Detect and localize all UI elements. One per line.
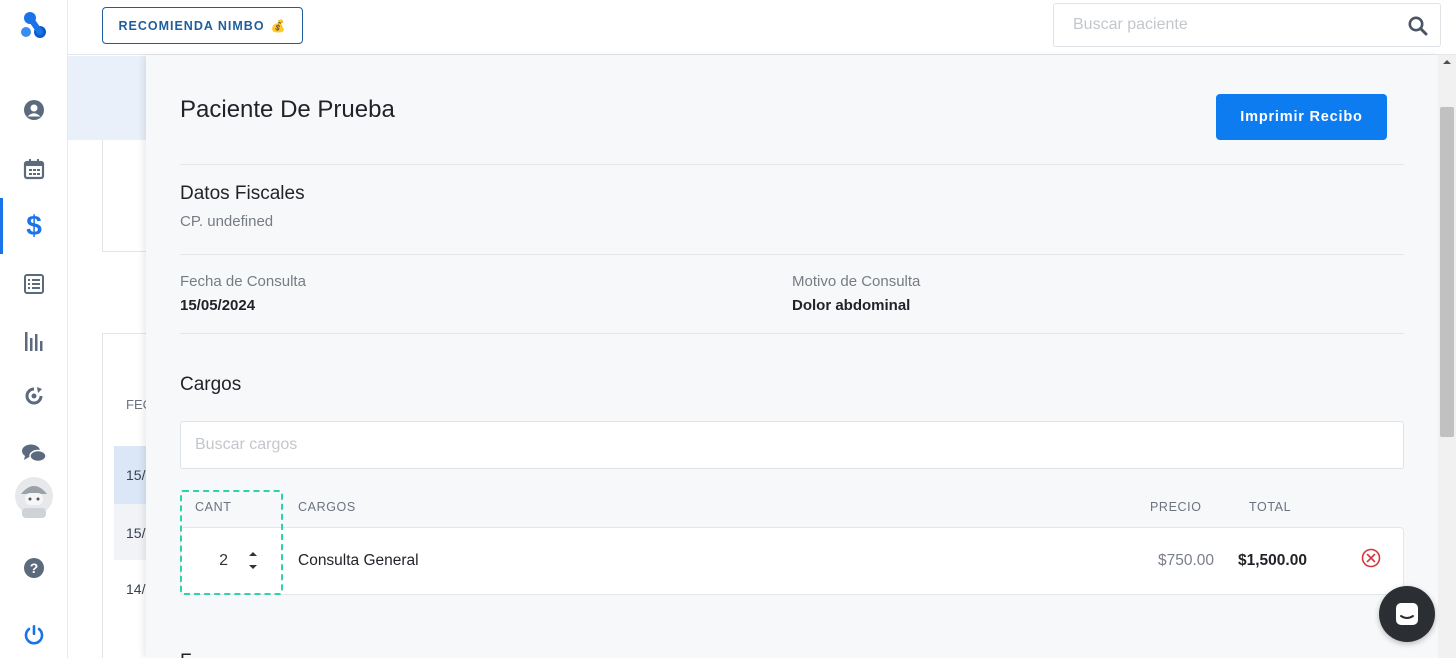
money-bag-icon: 💰 bbox=[270, 18, 287, 33]
sidebar-item-logout[interactable] bbox=[0, 607, 68, 658]
consultation-date-value: 15/05/2024 bbox=[180, 297, 256, 314]
avatar-icon bbox=[15, 477, 53, 518]
refresh-icon bbox=[25, 387, 43, 405]
sidebar-item-activity[interactable] bbox=[0, 368, 68, 424]
fiscal-data-title: Datos Fiscales bbox=[180, 183, 305, 204]
patient-name: Paciente De Prueba bbox=[180, 96, 395, 123]
help-icon: ? bbox=[24, 558, 44, 578]
consultation-date-label: Fecha de Consulta bbox=[180, 273, 306, 290]
stepper-down-icon[interactable] bbox=[245, 560, 261, 573]
sidebar-item-records[interactable] bbox=[0, 256, 68, 312]
scroll-thumb[interactable] bbox=[1440, 107, 1454, 437]
list-icon bbox=[24, 274, 44, 294]
charge-price: $750.00 bbox=[1158, 552, 1215, 569]
chat-icon bbox=[22, 444, 47, 463]
calendar-icon bbox=[23, 159, 45, 180]
consultation-reason-value: Dolor abdominal bbox=[792, 297, 911, 314]
charge-total: $1,500.00 bbox=[1238, 552, 1307, 569]
chat-bubble-icon bbox=[1396, 603, 1418, 625]
stepper-up-icon[interactable] bbox=[245, 547, 261, 560]
charges-title: Cargos bbox=[180, 374, 242, 395]
remove-charge-icon[interactable] bbox=[1361, 548, 1381, 568]
sidebar-item-patients[interactable] bbox=[0, 82, 68, 138]
sidebar-item-help[interactable]: ? bbox=[0, 540, 68, 596]
sidebar-item-profile[interactable] bbox=[0, 470, 68, 526]
column-header-charges: CARGOS bbox=[298, 500, 356, 514]
dollar-icon: $ bbox=[26, 210, 42, 241]
column-header-total: TOTAL bbox=[1249, 500, 1292, 514]
consultation-reason-label: Motivo de Consulta bbox=[792, 273, 921, 290]
divider bbox=[180, 164, 1404, 165]
nimbo-logo[interactable] bbox=[20, 10, 48, 40]
user-circle-icon bbox=[24, 100, 44, 120]
divider bbox=[180, 333, 1404, 334]
charge-name: Consulta General bbox=[298, 552, 419, 569]
panel-scrollbar[interactable] bbox=[1438, 55, 1456, 658]
support-chat-button[interactable] bbox=[1379, 586, 1435, 642]
recommend-label: RECOMIENDA NIMBO bbox=[118, 18, 265, 33]
divider bbox=[180, 254, 1404, 255]
charges-search-input[interactable] bbox=[181, 422, 1403, 468]
sidebar-item-reports[interactable] bbox=[0, 313, 68, 369]
fiscal-cp: CP. undefined bbox=[180, 213, 274, 230]
quantity-stepper[interactable] bbox=[245, 547, 261, 575]
top-bar: RECOMIENDA NIMBO 💰 bbox=[68, 0, 1456, 55]
charges-search bbox=[180, 421, 1404, 469]
background-header bbox=[68, 56, 148, 140]
svg-text:?: ? bbox=[30, 560, 39, 576]
scroll-up-icon[interactable] bbox=[1442, 59, 1452, 65]
next-section-title: F bbox=[180, 651, 192, 658]
recommend-nimbo-button[interactable]: RECOMIENDA NIMBO 💰 bbox=[102, 7, 303, 44]
column-header-price: PRECIO bbox=[1150, 500, 1202, 514]
print-receipt-button[interactable]: Imprimir Recibo bbox=[1216, 94, 1387, 140]
sidebar-item-calendar[interactable] bbox=[0, 141, 68, 197]
sidebar-item-billing[interactable]: $ bbox=[0, 198, 68, 254]
receipt-panel: Paciente De Prueba Imprimir Recibo Datos… bbox=[146, 55, 1438, 658]
sidebar: $ ? bbox=[0, 0, 68, 658]
power-icon bbox=[24, 625, 44, 645]
qty-input[interactable]: 2 bbox=[214, 552, 228, 570]
patient-search-input[interactable] bbox=[1054, 4, 1394, 46]
search-icon[interactable] bbox=[1408, 16, 1428, 36]
qty-highlight bbox=[180, 490, 283, 595]
patient-search bbox=[1053, 3, 1441, 47]
bar-chart-icon bbox=[25, 332, 43, 351]
